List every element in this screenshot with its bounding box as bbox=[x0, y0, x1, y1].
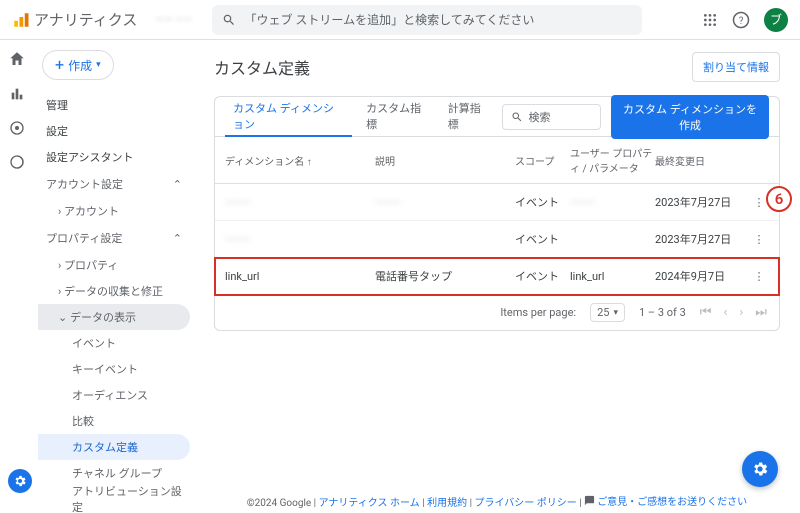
table-search-placeholder: 検索 bbox=[529, 109, 551, 125]
footer-privacy[interactable]: プライバシー ポリシー bbox=[475, 498, 577, 509]
col-param: ユーザー プロパティ / パラメータ bbox=[570, 145, 655, 175]
sidebar-compare[interactable]: 比較 bbox=[38, 408, 190, 434]
footer: ©2024 Google | アナリティクス ホーム | 利用規約 | プライバ… bbox=[194, 493, 800, 509]
sidebar-settings[interactable]: 設定 bbox=[38, 118, 190, 144]
chevron-up-icon: ⌃ bbox=[173, 232, 182, 245]
chevron-down-icon: ▾ bbox=[96, 60, 101, 70]
quick-settings-fab[interactable] bbox=[742, 451, 778, 487]
col-desc: 説明 bbox=[375, 145, 515, 175]
nav-rail bbox=[0, 40, 34, 513]
svg-text:?: ? bbox=[739, 15, 744, 26]
items-per-page-label: Items per page: bbox=[500, 306, 576, 319]
footer-terms[interactable]: 利用規約 bbox=[427, 498, 467, 509]
table-row: ———イベント2023年7月27日⋮ bbox=[215, 221, 779, 258]
chevron-down-icon: ⌄ bbox=[58, 311, 70, 324]
chevron-up-icon: ⌃ bbox=[173, 178, 182, 191]
page-title: カスタム定義 bbox=[214, 55, 310, 79]
reports-icon[interactable] bbox=[9, 86, 25, 102]
sidebar-data-display[interactable]: ⌄ データの表示 bbox=[38, 304, 190, 330]
definitions-card: カスタム ディメンション カスタム指標 計算指標 検索 カスタム ディメンション… bbox=[214, 96, 780, 331]
admin-gear-button[interactable] bbox=[8, 469, 32, 493]
gear-icon bbox=[13, 474, 27, 488]
sidebar-data-collect[interactable]: › データの収集と修正 bbox=[38, 278, 190, 304]
main-panel: カスタム定義 割り当て情報 カスタム ディメンション カスタム指標 計算指標 検… bbox=[194, 40, 800, 513]
breadcrumb: —— —— bbox=[155, 13, 192, 26]
search-placeholder: 「ウェブ ストリームを追加」と検索してみてください bbox=[244, 11, 534, 28]
create-dimension-button[interactable]: カスタム ディメンションを作成 bbox=[611, 95, 769, 139]
col-date: 最終変更日 bbox=[655, 145, 749, 175]
avatar[interactable]: ブ bbox=[764, 8, 788, 32]
global-search[interactable]: 「ウェブ ストリームを追加」と検索してみてください bbox=[212, 5, 642, 35]
product-logo[interactable]: アナリティクス bbox=[12, 9, 137, 30]
create-button[interactable]: + 作成 ▾ bbox=[42, 50, 114, 80]
sidebar-audiences[interactable]: オーディエンス bbox=[38, 382, 190, 408]
home-icon[interactable] bbox=[8, 50, 26, 68]
tab-metrics[interactable]: カスタム指標 bbox=[358, 97, 434, 137]
tab-calculated[interactable]: 計算指標 bbox=[440, 97, 496, 137]
page-range: 1 – 3 of 3 bbox=[639, 306, 686, 319]
sidebar-events[interactable]: イベント bbox=[38, 330, 190, 356]
sidebar-attribution[interactable]: アトリビューション設定 bbox=[38, 486, 190, 512]
sidebar-admin[interactable]: 管理 bbox=[38, 92, 190, 118]
sparkle-gear-icon bbox=[751, 460, 769, 478]
feedback-icon bbox=[584, 495, 595, 506]
table-header: ディメンション名 ↑ 説明 スコープ ユーザー プロパティ / パラメータ 最終… bbox=[215, 137, 779, 184]
footer-home[interactable]: アナリティクス ホーム bbox=[319, 498, 420, 509]
row-menu-icon[interactable]: ⋮ bbox=[749, 233, 769, 246]
tab-dimensions[interactable]: カスタム ディメンション bbox=[225, 97, 352, 137]
top-bar: アナリティクス —— —— 「ウェブ ストリームを追加」と検索してみてください … bbox=[0, 0, 800, 40]
apps-icon[interactable] bbox=[702, 12, 718, 28]
row-menu-icon[interactable]: ⋮ bbox=[749, 270, 769, 283]
admin-sidebar: + 作成 ▾ 管理 設定 設定アシスタント アカウント設定⌃ › アカウント プ… bbox=[34, 40, 194, 513]
table-row: ——————イベント———2023年7月27日⋮ bbox=[215, 184, 779, 221]
sidebar-account[interactable]: › アカウント bbox=[38, 198, 190, 224]
table-row: link_url電話番号タップイベントlink_url2024年9月7日⋮ bbox=[215, 258, 779, 295]
avatar-letter: ブ bbox=[770, 11, 782, 28]
account-section[interactable]: アカウント設定⌃ bbox=[38, 170, 190, 198]
explore-icon[interactable] bbox=[9, 120, 25, 136]
sidebar-custom-def[interactable]: カスタム定義 bbox=[38, 434, 190, 460]
property-section[interactable]: プロパティ設定⌃ bbox=[38, 224, 190, 252]
pagination: Items per page: 25 ▾ 1 – 3 of 3 ⏮ ‹ › ⏭ bbox=[215, 295, 779, 330]
analytics-icon bbox=[12, 11, 30, 29]
col-scope: スコープ bbox=[515, 145, 570, 175]
advertising-icon[interactable] bbox=[9, 154, 25, 170]
create-label: 作成 bbox=[68, 57, 92, 74]
quota-button[interactable]: 割り当て情報 bbox=[692, 52, 780, 82]
sidebar-assistant[interactable]: 設定アシスタント bbox=[38, 144, 190, 170]
table-search[interactable]: 検索 bbox=[502, 104, 601, 130]
next-page-icon[interactable]: › bbox=[739, 305, 743, 320]
prev-page-icon[interactable]: ‹ bbox=[723, 305, 727, 320]
search-icon bbox=[511, 111, 523, 123]
last-page-icon[interactable]: ⏭ bbox=[755, 305, 767, 320]
product-name: アナリティクス bbox=[34, 9, 137, 30]
sidebar-key-events[interactable]: キーイベント bbox=[38, 356, 190, 382]
footer-feedback[interactable]: ご意見・ご感想をお送りください bbox=[597, 493, 747, 508]
help-icon[interactable]: ? bbox=[732, 11, 750, 29]
first-page-icon[interactable]: ⏮ bbox=[700, 305, 712, 320]
sidebar-property[interactable]: › プロパティ bbox=[38, 252, 190, 278]
chevron-down-icon: ▾ bbox=[613, 308, 618, 318]
items-per-page-select[interactable]: 25 ▾ bbox=[590, 303, 625, 322]
col-name[interactable]: ディメンション名 ↑ bbox=[225, 145, 375, 175]
search-icon bbox=[222, 13, 236, 27]
annotation-6: 6 bbox=[766, 186, 792, 212]
